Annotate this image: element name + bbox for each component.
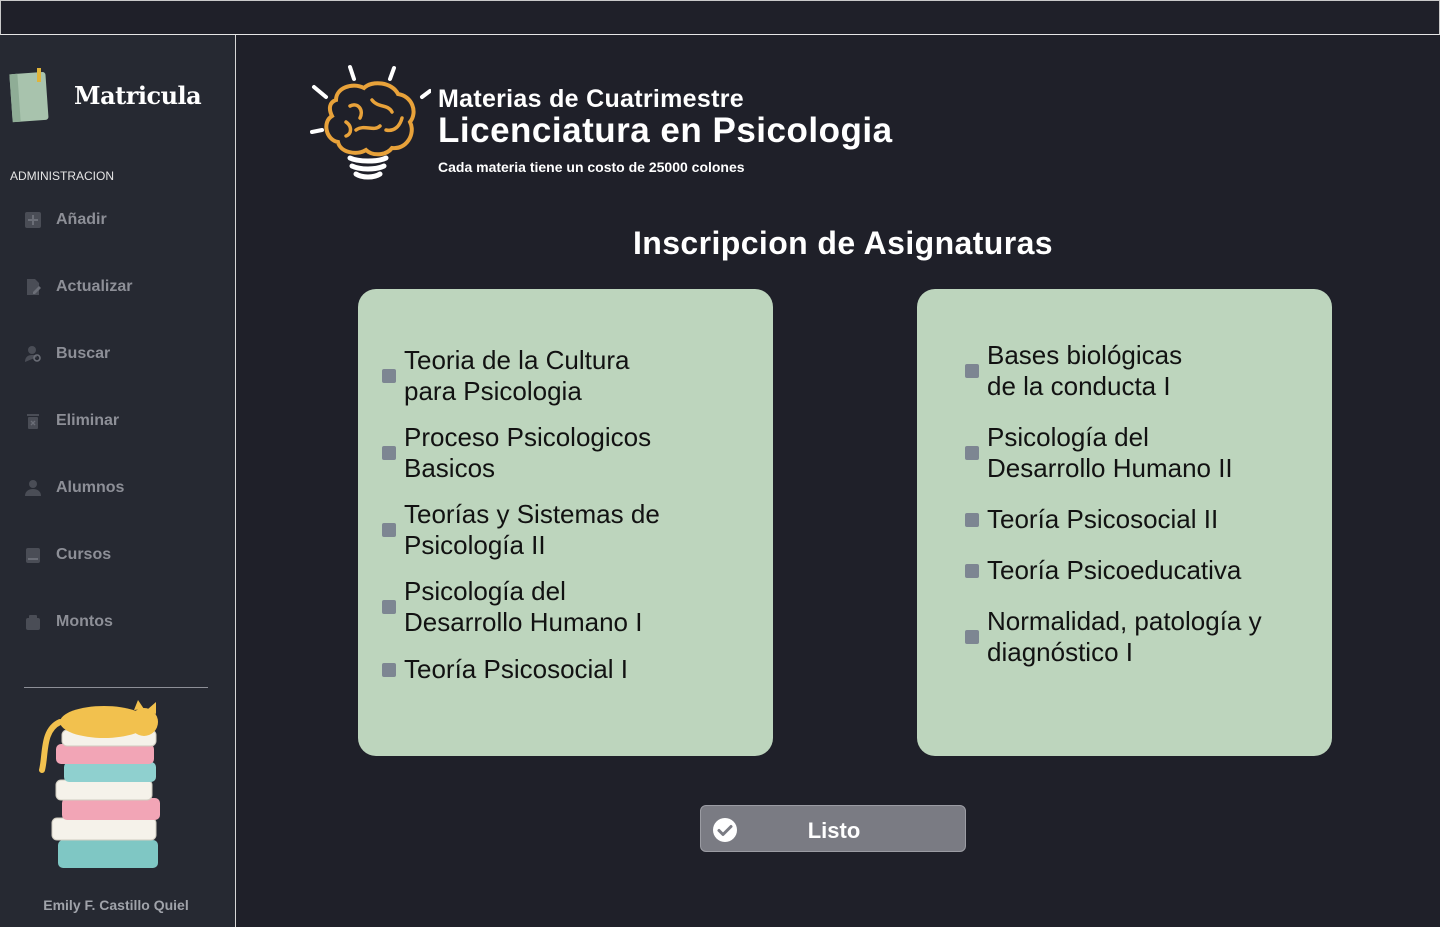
brain-lightbulb-icon	[310, 65, 431, 180]
subject-label: Bases biológicas de la conducta I	[987, 340, 1183, 401]
checkbox-icon[interactable]	[382, 446, 396, 460]
checkbox-icon[interactable]	[382, 523, 396, 537]
notebook-icon	[9, 68, 49, 123]
checkbox-icon[interactable]	[382, 600, 396, 614]
subjects-card-left: Teoria de la Cultura para Psicologia Pro…	[358, 289, 773, 756]
nav-update-label: Actualizar	[56, 278, 133, 295]
subject-label: Proceso Psicologicos Basicos	[404, 422, 652, 483]
subject-item[interactable]: Normalidad, patología y diagnóstico I	[965, 606, 1262, 668]
nav-delete-label: Eliminar	[56, 412, 120, 429]
subject-item[interactable]: Teoría Psicoeducativa	[965, 555, 1241, 586]
trash-icon	[27, 414, 39, 429]
header-title: Licenciatura en Psicologia	[438, 111, 893, 150]
cat-on-books-illustration	[39, 700, 160, 868]
subject-label: Normalidad, patología y diagnóstico I	[987, 606, 1262, 667]
subject-item[interactable]: Teorías y Sistemas de Psicología II	[382, 499, 660, 561]
nav-add-label: Añadir	[56, 211, 107, 228]
subject-item[interactable]: Bases biológicas de la conducta I	[965, 340, 1182, 402]
page-title: Inscripcion de Asignaturas	[633, 225, 1053, 261]
nav-courses-label: Cursos	[56, 546, 112, 563]
checkbox-icon[interactable]	[965, 563, 979, 578]
section-label: ADMINISTRACION	[10, 169, 115, 183]
app-title: Matricula	[74, 81, 202, 110]
header-subtitle: Materias de Cuatrimestre	[438, 85, 744, 113]
main-content: Materias de Cuatrimestre Licenciatura en…	[236, 35, 1440, 927]
done-button-label: Listo	[807, 818, 861, 843]
subject-item[interactable]: Teoría Psicosocial I	[382, 654, 628, 685]
cost-note: Cada materia tiene un costo de 25000 col…	[438, 159, 745, 175]
nav-amounts[interactable]: Montos	[24, 607, 113, 637]
wallet-icon	[26, 615, 40, 630]
checkbox-icon[interactable]	[382, 662, 396, 677]
subject-item[interactable]: Psicología del Desarrollo Humano II	[965, 422, 1233, 484]
subject-label: Teoría Psicosocial I	[404, 654, 628, 684]
user-icon	[25, 480, 41, 496]
nav-search-label: Buscar	[56, 345, 111, 362]
nav-add[interactable]: Añadir	[24, 205, 107, 235]
nav-delete[interactable]: Eliminar	[24, 406, 119, 436]
subject-item[interactable]: Teoría Psicosocial II	[965, 504, 1218, 535]
checkbox-icon[interactable]	[382, 369, 396, 383]
subject-item[interactable]: Proceso Psicologicos Basicos	[382, 422, 651, 484]
subject-item[interactable]: Teoria de la Cultura para Psicologia	[382, 345, 629, 407]
subject-item[interactable]: Psicología del Desarrollo Humano I	[382, 576, 642, 638]
sidebar: Matricula ADMINISTRACION Añadir Actualiz…	[0, 35, 236, 927]
subject-label: Psicología del Desarrollo Humano II	[987, 422, 1233, 483]
nav-amounts-label: Montos	[56, 613, 113, 630]
author-credit: Emily F. Castillo Quiel	[43, 897, 189, 913]
nav-search[interactable]: Buscar	[24, 339, 110, 369]
brand: Matricula	[8, 67, 228, 127]
checkbox-icon[interactable]	[965, 512, 979, 527]
edit-document-icon	[27, 279, 41, 295]
user-search-icon	[25, 346, 41, 362]
checkbox-icon[interactable]	[965, 446, 979, 460]
sidebar-divider	[24, 687, 208, 688]
done-button[interactable]: Listo	[700, 805, 966, 852]
nav-students-label: Alumnos	[56, 479, 125, 496]
nav-courses[interactable]: Cursos	[24, 540, 111, 570]
book-icon	[26, 548, 40, 563]
window-top-bar	[0, 0, 1440, 35]
nav-students[interactable]: Alumnos	[24, 473, 124, 503]
subject-label: Teoría Psicoeducativa	[987, 555, 1242, 585]
subject-label: Psicología del Desarrollo Humano I	[404, 576, 643, 637]
nav-update[interactable]: Actualizar	[24, 272, 132, 302]
subjects-card-right: Bases biológicas de la conducta I Psicol…	[917, 289, 1332, 756]
checkbox-icon[interactable]	[965, 364, 979, 378]
subject-label: Teoria de la Cultura para Psicologia	[404, 345, 630, 406]
subject-label: Teoría Psicosocial II	[987, 504, 1219, 534]
checkbox-icon[interactable]	[965, 630, 979, 644]
add-icon	[25, 212, 41, 228]
subject-label: Teorías y Sistemas de Psicología II	[404, 499, 660, 560]
